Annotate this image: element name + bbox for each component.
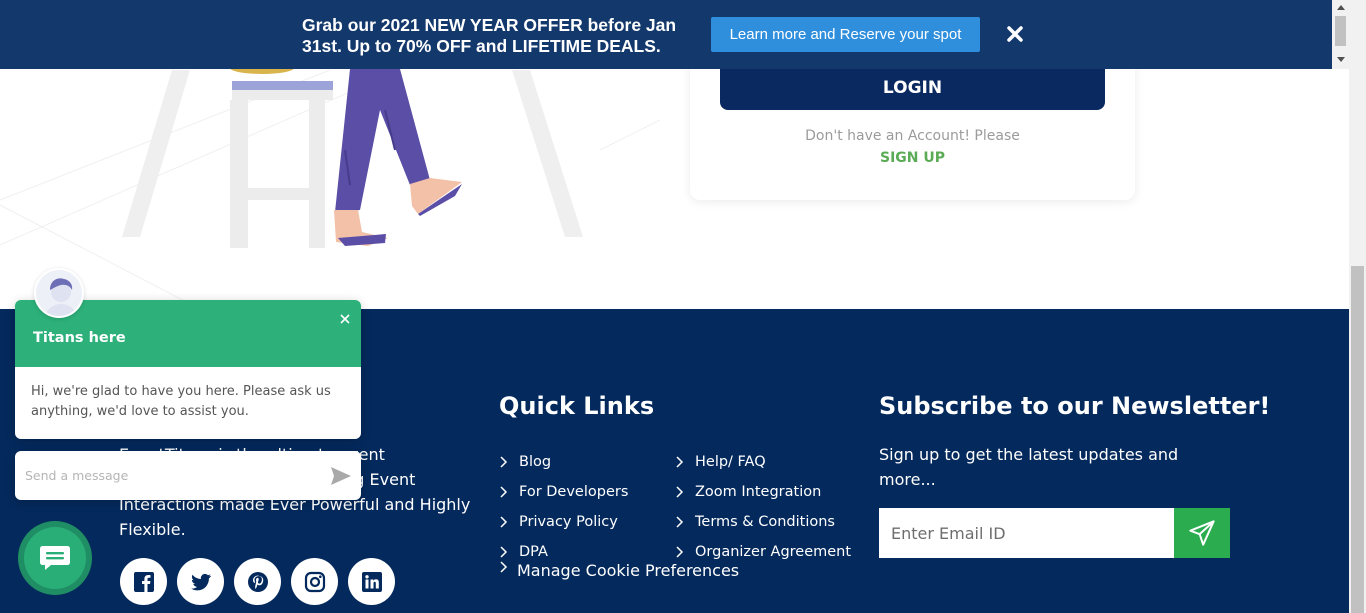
close-icon[interactable] bbox=[1003, 20, 1027, 48]
chat-popup: Titans here Hi, we're glad to have you h… bbox=[15, 300, 361, 439]
reserve-spot-button[interactable]: Learn more and Reserve your spot bbox=[711, 17, 980, 52]
quick-link-label: DPA bbox=[519, 544, 548, 560]
chat-bubble-icon bbox=[24, 527, 86, 589]
quick-link-terms-conditions[interactable]: Terms & Conditions bbox=[675, 507, 851, 537]
chevron-right-icon bbox=[675, 486, 695, 498]
avatar bbox=[34, 268, 84, 318]
chevron-right-icon bbox=[675, 456, 695, 468]
scroll-down-arrow-icon[interactable] bbox=[1332, 52, 1349, 66]
signup-link[interactable]: SIGN UP bbox=[690, 150, 1135, 166]
chevron-right-icon bbox=[499, 546, 519, 558]
quick-links-column-2: Help/ FAQ Zoom Integration Terms & Condi… bbox=[675, 447, 851, 567]
chat-launcher-button[interactable] bbox=[18, 521, 92, 595]
chevron-right-icon bbox=[499, 456, 519, 468]
newsletter-subtitle: Sign up to get the latest updates and mo… bbox=[879, 445, 1179, 489]
quick-links-column-1: Blog For Developers Privacy Policy DPA bbox=[499, 447, 628, 567]
offer-text: Grab our 2021 NEW YEAR OFFER before Jan … bbox=[302, 15, 677, 56]
linkedin-icon[interactable] bbox=[348, 558, 395, 605]
chevron-right-icon bbox=[499, 516, 519, 528]
quick-links-title: Quick Links bbox=[499, 392, 655, 420]
chevron-right-icon bbox=[499, 560, 517, 573]
banner-scrollbar[interactable] bbox=[1332, 0, 1349, 69]
social-links bbox=[120, 558, 395, 605]
close-icon[interactable] bbox=[337, 310, 353, 328]
newsletter-title: Subscribe to our Newsletter! bbox=[879, 392, 1271, 420]
newsletter-submit-button[interactable] bbox=[1174, 508, 1230, 558]
newsletter-email-input[interactable] bbox=[879, 508, 1174, 558]
chat-agent-name: Titans here bbox=[33, 330, 126, 346]
quick-link-label: Blog bbox=[519, 454, 552, 470]
no-account-text: Don't have an Account! Please bbox=[805, 128, 1020, 144]
chat-input-bar bbox=[15, 451, 361, 500]
offer-banner: Grab our 2021 NEW YEAR OFFER before Jan … bbox=[0, 0, 1332, 69]
chat-message-input[interactable] bbox=[25, 461, 315, 489]
chevron-right-icon bbox=[675, 546, 695, 558]
page: LOGIN Don't have an Account! Please SIGN… bbox=[0, 0, 1366, 613]
facebook-icon[interactable] bbox=[120, 558, 167, 605]
quick-link-label: Organizer Agreement bbox=[695, 544, 852, 560]
quick-link-privacy-policy[interactable]: Privacy Policy bbox=[499, 507, 628, 537]
stool-seat bbox=[232, 81, 333, 90]
scroll-up-arrow-icon[interactable] bbox=[1332, 0, 1349, 14]
scroll-thumb[interactable] bbox=[1335, 16, 1346, 46]
quick-link-label: Terms & Conditions bbox=[695, 514, 835, 530]
chevron-right-icon bbox=[675, 516, 695, 528]
cookie-link-label: Manage Cookie Preferences bbox=[517, 561, 740, 580]
chat-greeting: Hi, we're glad to have you here. Please … bbox=[31, 384, 331, 419]
quick-link-label: Zoom Integration bbox=[695, 484, 822, 500]
quick-link-zoom-integration[interactable]: Zoom Integration bbox=[675, 477, 851, 507]
manage-cookie-preferences-link[interactable]: Manage Cookie Preferences bbox=[499, 560, 740, 580]
quick-link-label: For Developers bbox=[519, 484, 629, 500]
twitter-icon[interactable] bbox=[177, 558, 224, 605]
quick-link-for-developers[interactable]: For Developers bbox=[499, 477, 628, 507]
quick-link-help-faq[interactable]: Help/ FAQ bbox=[675, 447, 851, 477]
quick-link-label: Help/ FAQ bbox=[695, 454, 766, 470]
quick-link-blog[interactable]: Blog bbox=[499, 447, 628, 477]
paper-plane-icon bbox=[1189, 520, 1215, 546]
pinterest-icon[interactable] bbox=[234, 558, 281, 605]
instagram-icon[interactable] bbox=[291, 558, 338, 605]
quick-link-label: Privacy Policy bbox=[519, 514, 618, 530]
page-scroll-thumb[interactable] bbox=[1351, 266, 1364, 613]
send-icon[interactable] bbox=[329, 464, 353, 488]
chevron-right-icon bbox=[499, 486, 519, 498]
